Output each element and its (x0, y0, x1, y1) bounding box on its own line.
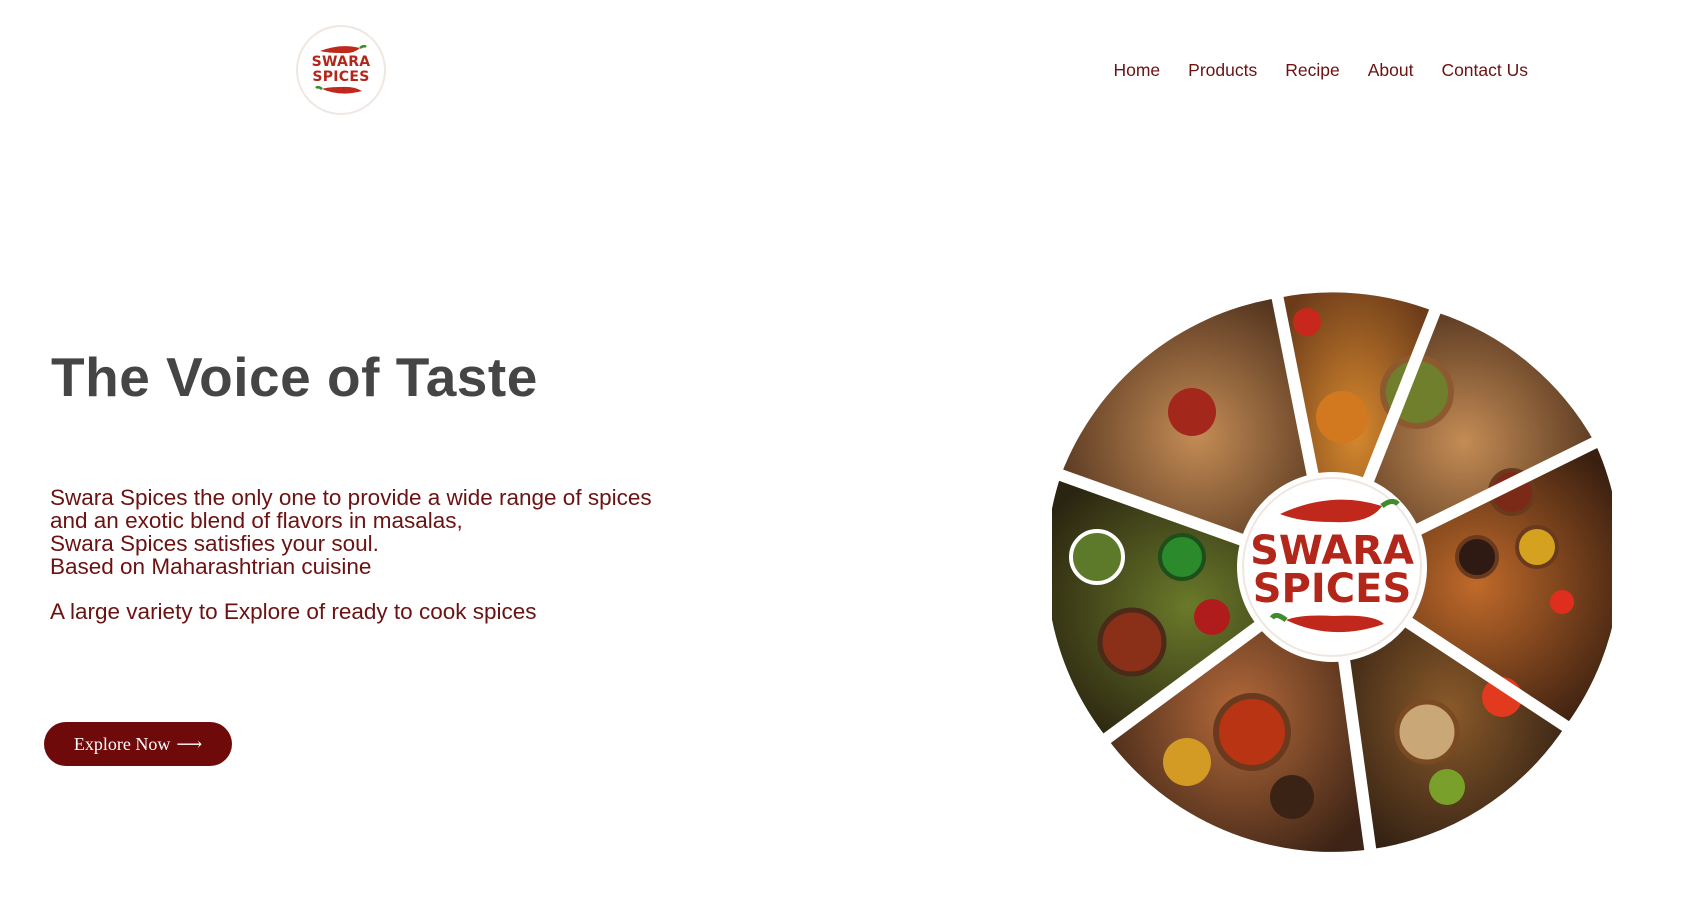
hero-line-1: Swara Spices the only one to provide a w… (50, 485, 652, 510)
main-nav: Home Products Recipe About Contact Us (1113, 60, 1528, 81)
hero-title: The Voice of Taste (51, 346, 538, 408)
hero-line-4: Based on Maharashtrian cuisine (50, 554, 372, 579)
hero-line-2: and an exotic blend of flavors in masala… (50, 508, 463, 533)
spice-wheel-image: SWARA SPICES (1052, 292, 1612, 852)
explore-now-label: Explore Now (73, 733, 171, 754)
nav-products[interactable]: Products (1188, 60, 1257, 81)
nav-contact[interactable]: Contact Us (1441, 60, 1528, 81)
wheel-center-logo: SWARA SPICES (1237, 472, 1427, 662)
hero-tagline: A large variety to Explore of ready to c… (50, 599, 537, 624)
chili-icon (315, 85, 362, 94)
nav-recipe[interactable]: Recipe (1285, 60, 1339, 81)
arrow-right-icon: ⟶ (176, 733, 203, 754)
nav-about[interactable]: About (1368, 60, 1414, 81)
explore-now-button[interactable]: Explore Now ⟶ (44, 722, 232, 766)
nav-home[interactable]: Home (1113, 60, 1160, 81)
brand-logo[interactable]: SWARA SPICES (298, 27, 384, 113)
logo-text-spices: SPICES (312, 69, 370, 85)
navbar: SWARA SPICES Home Products Recipe About … (0, 0, 1683, 140)
logo-text-swara: SWARA (311, 54, 371, 70)
hero-description: Swara Spices the only one to provide a w… (50, 486, 750, 623)
hero-line-3: Swara Spices satisfies your soul. (50, 531, 379, 556)
wheel-logo-text-spices: SPICES (1253, 566, 1412, 612)
